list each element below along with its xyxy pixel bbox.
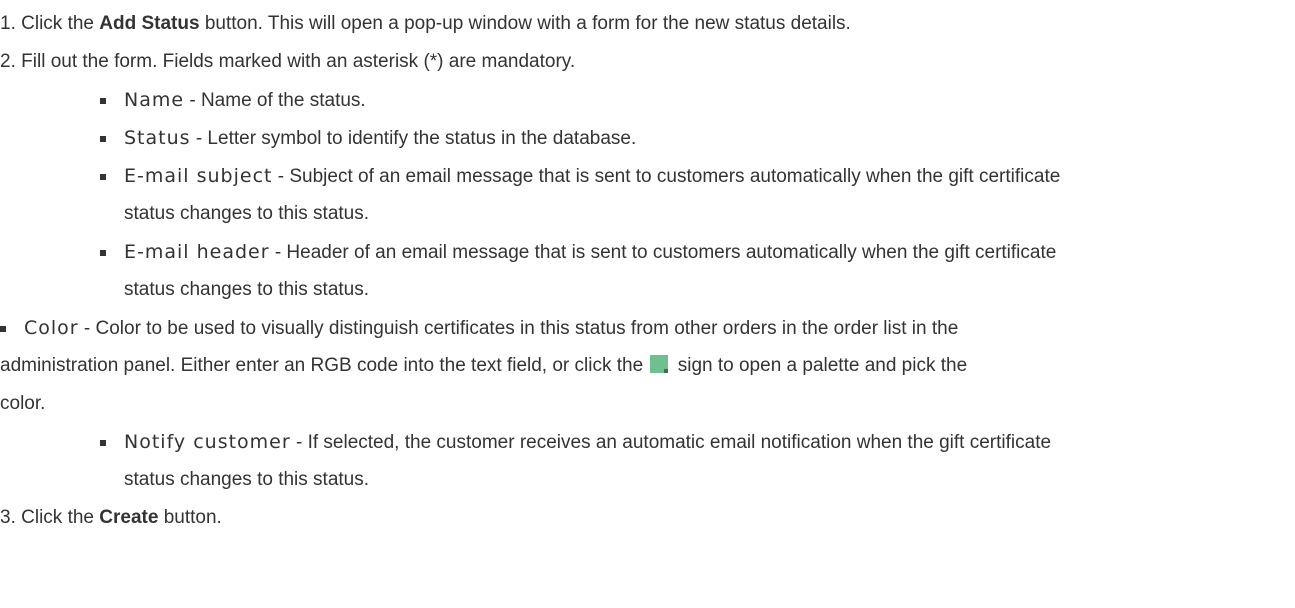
field-description: - Name of the status.: [184, 90, 366, 111]
step-text: Fill out the form. Fields marked with an…: [21, 51, 576, 72]
step-3: 3. Click the Create button.: [0, 507, 222, 529]
bullet-icon: [100, 174, 106, 180]
field-description: status changes to this status.: [124, 203, 370, 224]
step-number: 2.: [0, 51, 16, 72]
bullet-icon: [0, 326, 6, 332]
step-text-post: button.: [158, 507, 222, 528]
step-number: 1.: [0, 13, 16, 34]
field-notify-customer-continued: status changes to this status.: [124, 469, 369, 491]
field-description: - Subject of an email message that is se…: [272, 166, 1061, 187]
field-term: Name: [124, 89, 185, 111]
field-description: status changes to this status.: [124, 279, 370, 300]
step-text-post: button. This will open a pop-up window w…: [199, 13, 851, 34]
field-term: Notify customer: [124, 431, 291, 453]
field-color-continued-2: color.: [0, 393, 45, 415]
field-color-continued: administration panel. Either enter an RG…: [0, 355, 967, 377]
color-picker-icon: [650, 355, 669, 373]
bullet-icon: [100, 250, 106, 256]
field-description: - Color to be used to visually distingui…: [78, 318, 959, 339]
add-status-label: Add Status: [99, 13, 200, 34]
step-text-pre: Click the: [21, 507, 100, 528]
field-email-header-continued: status changes to this status.: [124, 279, 369, 301]
field-term: E-mail subject: [124, 165, 273, 187]
field-description: - Header of an email message that is sen…: [269, 242, 1057, 263]
field-term: Status: [124, 127, 191, 149]
field-description: - Letter symbol to identify the status i…: [190, 128, 637, 149]
field-term: Color: [24, 317, 79, 339]
field-description: color.: [0, 393, 46, 414]
field-description: - If selected, the customer receives an …: [290, 432, 1052, 453]
field-description: status changes to this status.: [124, 469, 370, 490]
field-term: E-mail header: [124, 241, 270, 263]
bullet-icon: [100, 136, 106, 142]
step-2: 2. Fill out the form. Fields marked with…: [0, 51, 575, 73]
bullet-icon: [100, 440, 106, 446]
field-email-subject-continued: status changes to this status.: [124, 203, 369, 225]
create-label: Create: [99, 507, 159, 528]
field-description: sign to open a palette and pick the: [672, 355, 968, 376]
step-1: 1. Click the Add Status button. This wil…: [0, 13, 851, 35]
bullet-icon: [100, 98, 106, 104]
step-number: 3.: [0, 507, 16, 528]
field-description: administration panel. Either enter an RG…: [0, 355, 649, 376]
instructions-document: 1. Click the Add Status button. This wil…: [0, 0, 1295, 608]
step-text-pre: Click the: [21, 13, 100, 34]
